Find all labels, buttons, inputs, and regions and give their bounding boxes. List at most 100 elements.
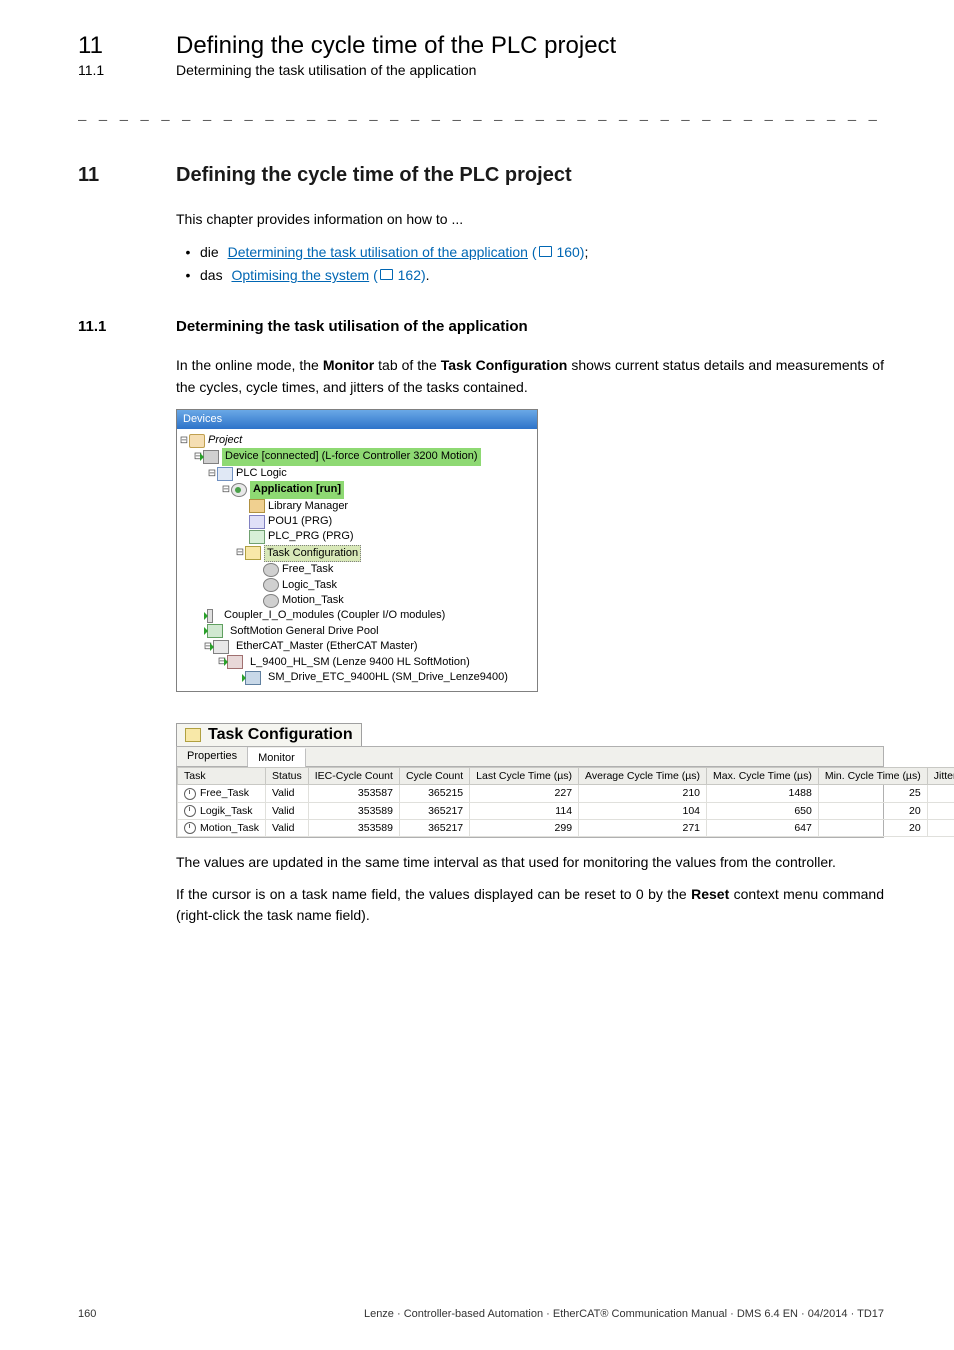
table-row[interactable]: Motion_TaskValid35358936521729927164720-… [178,819,954,836]
project-icon [189,434,205,448]
cell-status: Valid [265,819,308,836]
task-icon [263,563,279,577]
cell-task[interactable]: Logik_Task [178,802,266,819]
cell-iec: 353589 [308,802,399,819]
application-icon [231,483,247,497]
pou-icon [249,515,265,529]
devices-tree[interactable]: ⊟Project ⊟Device [connected] (L-force Co… [177,429,537,691]
cell-min: 25 [818,785,927,802]
clock-icon [184,822,196,834]
clock-icon [184,805,196,817]
device-icon [203,450,219,464]
tree-project[interactable]: Project [208,433,242,448]
bullet-prefix: die [200,244,219,260]
tree-plc-prg[interactable]: PLC_PRG (PRG) [268,529,354,544]
section-title: Determining the task utilisation of the … [176,62,476,78]
cell-jitter: -2 [927,819,954,836]
link-optimising-system[interactable]: Optimising the system [231,267,369,283]
col-min-cycle-time[interactable]: Min. Cycle Time (µs) [818,768,927,785]
col-status[interactable]: Status [265,768,308,785]
monitor-table: Task Status IEC-Cycle Count Cycle Count … [177,767,954,837]
tree-ethercat-master[interactable]: EtherCAT_Master (EtherCAT Master) [236,639,418,654]
devices-panel-title: Devices [177,410,537,429]
prg-icon [249,530,265,544]
col-avg-cycle-time[interactable]: Average Cycle Time (µs) [579,768,707,785]
cell-last: 114 [470,802,579,819]
chapter-heading-num: 11 [78,164,176,187]
pool-icon [207,624,223,638]
col-iec-cycle-count[interactable]: IEC-Cycle Count [308,768,399,785]
tree-plc-logic[interactable]: PLC Logic [236,466,287,481]
task-config-document-tab[interactable]: Task Configuration [176,723,362,746]
tree-task-config[interactable]: Task Configuration [264,545,361,562]
cell-last: 299 [470,819,579,836]
para-values-updated: The values are updated in the same time … [176,852,884,874]
tree-device[interactable]: Device [connected] (L-force Controller 3… [222,448,481,465]
tree-application[interactable]: Application [run] [250,481,344,498]
bullet-item: • die Determining the task utilisation o… [176,241,884,265]
bullet-item: • das Optimising the system ( 162). [176,264,884,288]
cell-status: Valid [265,802,308,819]
page-number: 160 [78,1308,96,1320]
tree-motion-task[interactable]: Motion_Task [282,593,344,608]
link-task-utilisation[interactable]: Determining the task utilisation of the … [228,244,528,260]
clock-icon [184,788,196,800]
col-task[interactable]: Task [178,768,266,785]
chapter-title: Defining the cycle time of the PLC proje… [176,32,616,60]
bullet-marker: • [176,241,200,265]
cell-max: 650 [707,802,819,819]
cell-cycle: 365215 [399,785,469,802]
cell-task[interactable]: Motion_Task [178,819,266,836]
tree-free-task[interactable]: Free_Task [282,562,333,577]
devices-panel: Devices ⊟Project ⊟Device [connected] (L-… [176,409,538,693]
cell-status: Valid [265,785,308,802]
section-number: 11.1 [78,62,176,78]
subsection-num: 11.1 [78,318,176,335]
intro-bullets: • die Determining the task utilisation o… [176,241,884,289]
tree-pou1[interactable]: POU1 (PRG) [268,514,332,529]
subsection-para-1: In the online mode, the Monitor tab of t… [176,355,884,398]
cell-jitter: -3 [927,802,954,819]
page-reference[interactable]: ( 162) [373,267,426,283]
ethercat-master-icon [213,640,229,654]
running-header: 11 Defining the cycle time of the PLC pr… [78,32,884,60]
cell-avg: 271 [579,819,707,836]
book-icon [539,246,552,257]
table-row[interactable]: Free_TaskValid3535873652152272101488252 [178,785,954,802]
task-icon [263,594,279,608]
tab-properties[interactable]: Properties [177,747,248,766]
cell-min: 20 [818,802,927,819]
drive-icon [227,655,243,669]
book-icon [380,269,393,280]
tree-l9400[interactable]: L_9400_HL_SM (Lenze 9400 HL SoftMotion) [250,655,470,670]
cell-last: 227 [470,785,579,802]
cell-task[interactable]: Free_Task [178,785,266,802]
table-row[interactable]: Logik_TaskValid35358936521711410465020-3 [178,802,954,819]
bullet-marker: • [176,264,200,288]
tree-library-manager[interactable]: Library Manager [268,499,348,514]
col-max-cycle-time[interactable]: Max. Cycle Time (µs) [707,768,819,785]
task-config-icon [245,546,261,560]
tree-softmotion-pool[interactable]: SoftMotion General Drive Pool [230,624,379,639]
task-config-subtabs: Properties Monitor [177,747,883,767]
running-subheader: 11.1 Determining the task utilisation of… [78,62,884,78]
bullet-prefix: das [200,267,223,283]
tree-sm-drive[interactable]: SM_Drive_ETC_9400HL (SM_Drive_Lenze9400) [268,670,508,685]
tree-coupler[interactable]: Coupler_I_O_modules (Coupler I/O modules… [224,608,445,623]
separator: _ _ _ _ _ _ _ _ _ _ _ _ _ _ _ _ _ _ _ _ … [78,108,884,124]
cell-iec: 353587 [308,785,399,802]
tab-monitor[interactable]: Monitor [248,748,306,767]
task-icon [263,578,279,592]
tree-logic-task[interactable]: Logic_Task [282,578,337,593]
cell-jitter: 2 [927,785,954,802]
bullet-tail: . [426,267,430,283]
para-reset-info: If the cursor is on a task name field, t… [176,884,884,927]
col-jitter[interactable]: Jitter (µs) [927,768,954,785]
col-last-cycle-time[interactable]: Last Cycle Time (µs) [470,768,579,785]
sm-drive-icon [245,671,261,685]
page-reference[interactable]: ( 160) [532,244,585,260]
cell-max: 647 [707,819,819,836]
col-cycle-count[interactable]: Cycle Count [399,768,469,785]
cell-avg: 210 [579,785,707,802]
coupler-icon [207,609,213,623]
